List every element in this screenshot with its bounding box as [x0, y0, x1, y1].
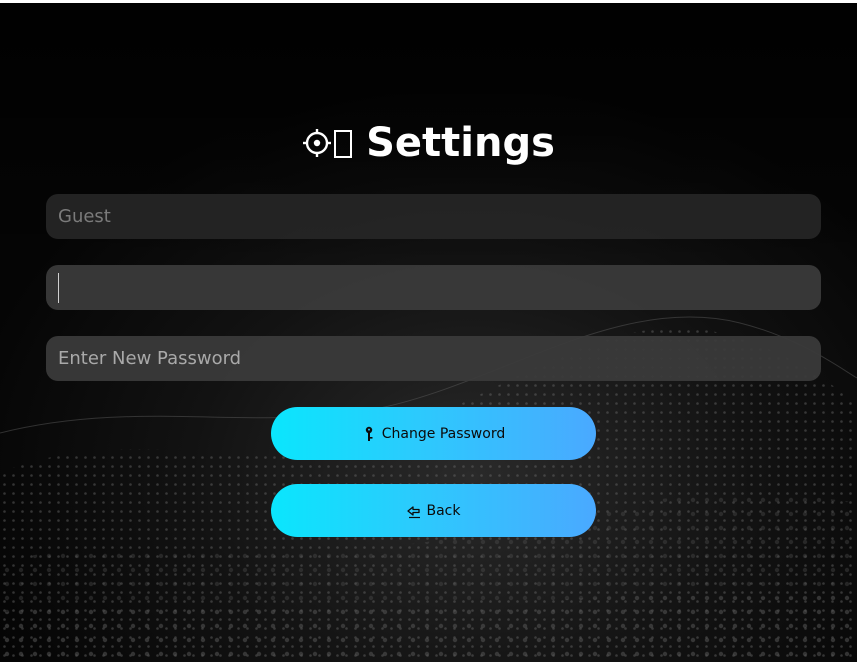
particle-wave-background — [0, 3, 857, 662]
change-password-label: Change Password — [381, 425, 506, 442]
back-button[interactable]: Back — [271, 484, 596, 537]
key-icon — [365, 426, 373, 441]
new-password-placeholder: Enter New Password — [58, 348, 242, 369]
text-caret — [58, 272, 59, 303]
current-password-field[interactable] — [46, 265, 821, 310]
missing-glyph-icon — [334, 130, 353, 158]
back-arrow-icon — [406, 505, 420, 518]
page-title-text: Settings — [366, 120, 555, 166]
new-password-field[interactable]: Enter New Password — [46, 336, 821, 381]
change-password-button[interactable]: Change Password — [271, 407, 596, 460]
gear-icon — [303, 129, 332, 157]
username-placeholder: Guest — [58, 206, 111, 227]
back-label: Back — [426, 502, 461, 519]
settings-window: Settings Guest Enter New Password Change… — [0, 3, 857, 662]
page-title: Settings — [0, 115, 857, 171]
username-field[interactable]: Guest — [46, 194, 821, 239]
